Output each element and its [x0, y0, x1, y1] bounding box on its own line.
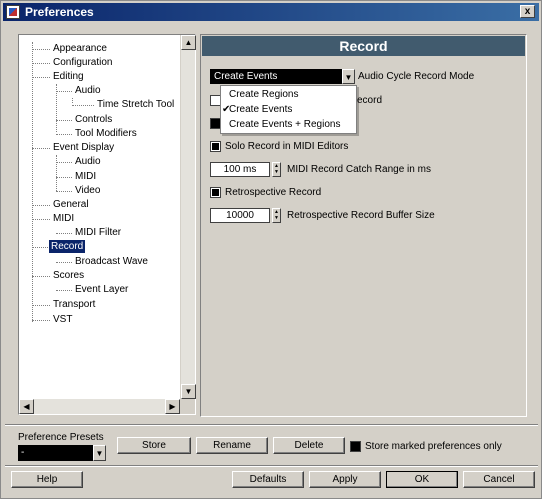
tree-item-vst[interactable]: VST [51, 313, 74, 326]
tree-item-midi[interactable]: MIDI [51, 212, 76, 225]
cycle-record-mode-value: Create Events [214, 71, 278, 82]
tree-item-general[interactable]: General [51, 198, 91, 211]
separator [5, 424, 538, 426]
chevron-down-icon[interactable]: ▼ [93, 445, 106, 461]
tree-vertical-scrollbar[interactable]: ▲ ▼ [180, 35, 196, 399]
scroll-left-icon[interactable]: ◀ [19, 399, 34, 414]
retro-buffer-field[interactable]: 10000 [210, 208, 270, 223]
tree-branch [32, 276, 50, 277]
tree-branch [56, 191, 72, 192]
help-button[interactable]: Help [11, 471, 83, 488]
separator [5, 465, 538, 467]
tree-branch [32, 63, 50, 64]
menu-item-label: Create Regions [229, 89, 299, 100]
tree-item-editing-audio[interactable]: Audio [73, 84, 103, 97]
tree-item-appearance[interactable]: Appearance [51, 42, 109, 55]
delete-button[interactable]: Delete [273, 437, 345, 454]
tree-content: Appearance Configuration Editing Audio T… [20, 36, 180, 399]
retrospective-record-checkbox[interactable] [210, 187, 221, 198]
tree-item-event-layer[interactable]: Event Layer [73, 283, 130, 296]
defaults-button[interactable]: Defaults [232, 471, 304, 488]
tree-connector [72, 98, 73, 103]
tree-branch [56, 177, 72, 178]
tree-item-event-display[interactable]: Event Display [51, 141, 116, 154]
tree-connector [56, 155, 57, 191]
tree-item-event-display-audio[interactable]: Audio [73, 155, 103, 168]
tree-item-transport[interactable]: Transport [51, 298, 97, 311]
tree-branch [32, 320, 50, 321]
tree-branch [56, 290, 72, 291]
store-marked-label: Store marked preferences only [365, 441, 502, 452]
tree-item-tool-modifiers[interactable]: Tool Modifiers [73, 127, 139, 140]
preference-presets-label: Preference Presets [18, 432, 104, 443]
scroll-down-icon[interactable]: ▼ [181, 384, 196, 399]
cancel-button[interactable]: Cancel [463, 471, 535, 488]
retro-buffer-label: Retrospective Record Buffer Size [287, 210, 435, 221]
tree-branch [56, 162, 72, 163]
tree-branch [56, 91, 72, 92]
scroll-up-icon[interactable]: ▲ [181, 35, 196, 50]
close-button[interactable]: x [520, 5, 535, 18]
title-bar[interactable]: Preferences x [3, 3, 539, 21]
catch-range-field[interactable]: 100 ms [210, 162, 270, 177]
window-title: Preferences [25, 5, 94, 19]
tree-branch [32, 247, 50, 248]
tree-branch [56, 120, 72, 121]
retro-buffer-spinner[interactable]: ▲ ▼ [272, 208, 281, 223]
catch-range-label: MIDI Record Catch Range in ms [287, 164, 431, 175]
preset-value: - [21, 447, 25, 458]
tree-item-controls[interactable]: Controls [73, 113, 114, 126]
tree-branch [56, 233, 72, 234]
tree-item-midi-filter[interactable]: MIDI Filter [73, 226, 123, 239]
tree-branch [32, 205, 50, 206]
catch-range-spinner[interactable]: ▲ ▼ [272, 162, 281, 177]
tree-item-video[interactable]: Video [73, 184, 102, 197]
tree-branch [32, 219, 50, 220]
checkmark-icon: ✔ [222, 104, 231, 115]
panel-title: Record [202, 36, 525, 56]
preferences-tree: Appearance Configuration Editing Audio T… [18, 34, 196, 415]
tree-branch [56, 134, 72, 135]
menu-item-label: Create Events + Regions [229, 119, 341, 130]
tree-item-record[interactable]: Record [49, 240, 86, 253]
tree-horizontal-scrollbar[interactable]: ◀ ▶ [19, 399, 180, 414]
cycle-record-mode-dropdown[interactable]: Create Events ▼ [210, 69, 355, 84]
hidden-option-label: ecord [357, 95, 383, 106]
tree-branch [32, 77, 50, 78]
tree-item-time-stretch-tool[interactable]: Time Stretch Tool [95, 98, 176, 111]
tree-connector [32, 42, 33, 322]
tree-branch [56, 262, 72, 263]
tree-branch [32, 49, 50, 50]
scroll-corner [180, 399, 195, 414]
menu-item-create-regions[interactable]: Create Regions [221, 87, 356, 102]
menu-item-create-events-regions[interactable]: Create Events + Regions [221, 117, 356, 132]
preferences-window: Preferences x Appearance Configuration E… [0, 0, 542, 499]
store-button[interactable]: Store [117, 437, 191, 454]
preference-presets-dropdown[interactable]: - ▼ [18, 445, 106, 461]
solo-record-midi-checkbox[interactable] [210, 141, 221, 152]
scroll-right-icon[interactable]: ▶ [165, 399, 180, 414]
tree-item-configuration[interactable]: Configuration [51, 56, 114, 69]
ok-button[interactable]: OK [386, 471, 458, 488]
tree-item-scores[interactable]: Scores [51, 269, 86, 282]
cycle-record-mode-menu: Create Regions ✔ Create Events Create Ev… [220, 85, 357, 134]
tree-item-event-display-midi[interactable]: MIDI [73, 170, 98, 183]
tree-branch [32, 305, 50, 306]
store-marked-checkbox[interactable] [350, 441, 361, 452]
menu-item-label: Create Events [229, 104, 293, 115]
tree-item-editing[interactable]: Editing [51, 70, 86, 83]
solo-record-midi-label: Solo Record in MIDI Editors [225, 141, 349, 152]
tree-branch [72, 105, 94, 106]
tree-branch [32, 148, 50, 149]
retrospective-record-label: Retrospective Record [225, 187, 322, 198]
rename-button[interactable]: Rename [196, 437, 268, 454]
chevron-down-icon[interactable]: ▼ [342, 69, 355, 84]
menu-item-create-events[interactable]: ✔ Create Events [221, 102, 356, 117]
cycle-record-mode-label: Audio Cycle Record Mode [358, 71, 475, 82]
app-icon [6, 5, 20, 19]
apply-button[interactable]: Apply [309, 471, 381, 488]
tree-item-broadcast-wave[interactable]: Broadcast Wave [73, 255, 150, 268]
